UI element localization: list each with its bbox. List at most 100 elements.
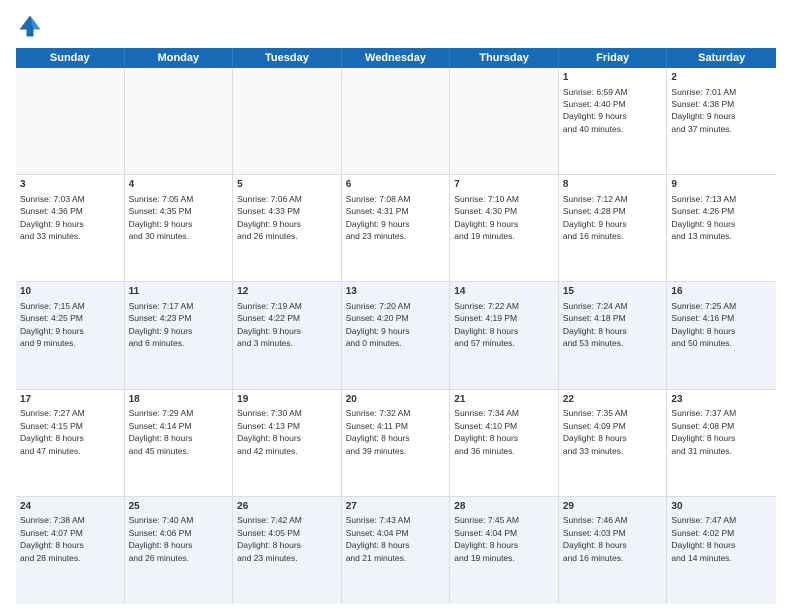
day-number: 18 [129, 393, 229, 407]
day-info: Sunrise: 7:27 AM Sunset: 4:15 PM Dayligh… [20, 408, 85, 455]
day-cell-3: 3 Sunrise: 7:03 AM Sunset: 4:36 PM Daylig… [16, 175, 125, 281]
day-info: Sunrise: 7:13 AM Sunset: 4:26 PM Dayligh… [671, 194, 736, 241]
page: SundayMondayTuesdayWednesdayThursdayFrid… [0, 0, 792, 612]
day-cell-19: 19Sunrise: 7:30 AM Sunset: 4:13 PM Dayli… [233, 390, 342, 496]
day-info: Sunrise: 7:43 AM Sunset: 4:04 PM Dayligh… [346, 515, 411, 562]
day-cell-6: 6 Sunrise: 7:08 AM Sunset: 4:31 PM Daylig… [342, 175, 451, 281]
day-info: Sunrise: 7:35 AM Sunset: 4:09 PM Dayligh… [563, 408, 628, 455]
calendar-row-4: 24Sunrise: 7:38 AM Sunset: 4:07 PM Dayli… [16, 497, 776, 604]
day-info: Sunrise: 7:34 AM Sunset: 4:10 PM Dayligh… [454, 408, 519, 455]
day-info: Sunrise: 7:40 AM Sunset: 4:06 PM Dayligh… [129, 515, 194, 562]
day-number: 25 [129, 500, 229, 514]
logo-icon [16, 12, 44, 40]
day-cell-12: 12 Sunrise: 7:19 AM Sunset: 4:22 PM Dayli… [233, 282, 342, 388]
day-info: Sunrise: 7:22 AM Sunset: 4:19 PM Dayligh… [454, 301, 519, 348]
day-cell-22: 22Sunrise: 7:35 AM Sunset: 4:09 PM Dayli… [559, 390, 668, 496]
day-cell-15: 15Sunrise: 7:24 AM Sunset: 4:18 PM Dayli… [559, 282, 668, 388]
day-info: Sunrise: 7:03 AM Sunset: 4:36 PM Dayligh… [20, 194, 85, 241]
day-number: 3 [20, 178, 120, 192]
day-number: 19 [237, 393, 337, 407]
calendar-body: 1Sunrise: 6:59 AM Sunset: 4:40 PM Daylig… [16, 68, 776, 604]
day-cell-18: 18Sunrise: 7:29 AM Sunset: 4:14 PM Dayli… [125, 390, 234, 496]
day-info: Sunrise: 7:01 AM Sunset: 4:38 PM Dayligh… [671, 87, 736, 134]
day-info: Sunrise: 7:42 AM Sunset: 4:05 PM Dayligh… [237, 515, 302, 562]
day-cell-10: 10 Sunrise: 7:15 AM Sunset: 4:25 PM Dayli… [16, 282, 125, 388]
day-header-thursday: Thursday [450, 48, 559, 68]
day-info: Sunrise: 7:15 AM Sunset: 4:25 PM Dayligh… [20, 301, 85, 348]
day-cell-5: 5Sunrise: 7:06 AM Sunset: 4:33 PM Daylig… [233, 175, 342, 281]
day-info: Sunrise: 7:29 AM Sunset: 4:14 PM Dayligh… [129, 408, 194, 455]
day-info: Sunrise: 7:19 AM Sunset: 4:22 PM Dayligh… [237, 301, 302, 348]
day-info: Sunrise: 7:45 AM Sunset: 4:04 PM Dayligh… [454, 515, 519, 562]
day-cell-8: 8 Sunrise: 7:12 AM Sunset: 4:28 PM Daylig… [559, 175, 668, 281]
day-number: 21 [454, 393, 554, 407]
day-cell-1: 1Sunrise: 6:59 AM Sunset: 4:40 PM Daylig… [559, 68, 668, 174]
day-header-saturday: Saturday [667, 48, 776, 68]
day-number: 14 [454, 285, 554, 299]
day-info: Sunrise: 7:37 AM Sunset: 4:08 PM Dayligh… [671, 408, 736, 455]
day-number: 10 [20, 285, 120, 299]
day-cell-28: 28Sunrise: 7:45 AM Sunset: 4:04 PM Dayli… [450, 497, 559, 604]
day-number: 24 [20, 500, 120, 514]
day-number: 4 [129, 178, 229, 192]
day-cell-14: 14 Sunrise: 7:22 AM Sunset: 4:19 PM Dayli… [450, 282, 559, 388]
day-cell-16: 16 Sunrise: 7:25 AM Sunset: 4:16 PM Dayli… [667, 282, 776, 388]
day-number: 22 [563, 393, 663, 407]
day-header-sunday: Sunday [16, 48, 125, 68]
empty-cell [125, 68, 234, 174]
day-info: Sunrise: 7:12 AM Sunset: 4:28 PM Dayligh… [563, 194, 628, 241]
day-cell-26: 26Sunrise: 7:42 AM Sunset: 4:05 PM Dayli… [233, 497, 342, 604]
day-header-tuesday: Tuesday [233, 48, 342, 68]
day-number: 8 [563, 178, 663, 192]
day-cell-20: 20Sunrise: 7:32 AM Sunset: 4:11 PM Dayli… [342, 390, 451, 496]
day-number: 20 [346, 393, 446, 407]
day-cell-17: 17Sunrise: 7:27 AM Sunset: 4:15 PM Dayli… [16, 390, 125, 496]
day-number: 26 [237, 500, 337, 514]
day-number: 27 [346, 500, 446, 514]
day-info: Sunrise: 7:46 AM Sunset: 4:03 PM Dayligh… [563, 515, 628, 562]
day-header-monday: Monday [125, 48, 234, 68]
day-number: 11 [129, 285, 229, 299]
day-number: 12 [237, 285, 337, 299]
calendar: SundayMondayTuesdayWednesdayThursdayFrid… [16, 48, 776, 604]
calendar-row-1: 3 Sunrise: 7:03 AM Sunset: 4:36 PM Daylig… [16, 175, 776, 282]
day-header-wednesday: Wednesday [342, 48, 451, 68]
day-info: Sunrise: 7:38 AM Sunset: 4:07 PM Dayligh… [20, 515, 85, 562]
day-cell-7: 7Sunrise: 7:10 AM Sunset: 4:30 PM Daylig… [450, 175, 559, 281]
empty-cell [450, 68, 559, 174]
day-cell-13: 13Sunrise: 7:20 AM Sunset: 4:20 PM Dayli… [342, 282, 451, 388]
day-cell-29: 29Sunrise: 7:46 AM Sunset: 4:03 PM Dayli… [559, 497, 668, 604]
day-info: Sunrise: 7:30 AM Sunset: 4:13 PM Dayligh… [237, 408, 302, 455]
calendar-header: SundayMondayTuesdayWednesdayThursdayFrid… [16, 48, 776, 68]
day-info: Sunrise: 6:59 AM Sunset: 4:40 PM Dayligh… [563, 87, 628, 134]
day-info: Sunrise: 7:25 AM Sunset: 4:16 PM Dayligh… [671, 301, 736, 348]
day-number: 16 [671, 285, 772, 299]
day-number: 28 [454, 500, 554, 514]
day-cell-23: 23Sunrise: 7:37 AM Sunset: 4:08 PM Dayli… [667, 390, 776, 496]
header [16, 12, 776, 40]
day-number: 7 [454, 178, 554, 192]
day-cell-9: 9 Sunrise: 7:13 AM Sunset: 4:26 PM Daylig… [667, 175, 776, 281]
day-info: Sunrise: 7:06 AM Sunset: 4:33 PM Dayligh… [237, 194, 302, 241]
day-info: Sunrise: 7:20 AM Sunset: 4:20 PM Dayligh… [346, 301, 411, 348]
calendar-row-0: 1Sunrise: 6:59 AM Sunset: 4:40 PM Daylig… [16, 68, 776, 175]
day-header-friday: Friday [559, 48, 668, 68]
day-cell-11: 11 Sunrise: 7:17 AM Sunset: 4:23 PM Dayli… [125, 282, 234, 388]
day-cell-4: 4 Sunrise: 7:05 AM Sunset: 4:35 PM Daylig… [125, 175, 234, 281]
day-info: Sunrise: 7:17 AM Sunset: 4:23 PM Dayligh… [129, 301, 194, 348]
day-number: 6 [346, 178, 446, 192]
day-info: Sunrise: 7:08 AM Sunset: 4:31 PM Dayligh… [346, 194, 411, 241]
day-number: 9 [671, 178, 772, 192]
empty-cell [342, 68, 451, 174]
day-info: Sunrise: 7:47 AM Sunset: 4:02 PM Dayligh… [671, 515, 736, 562]
empty-cell [16, 68, 125, 174]
day-number: 15 [563, 285, 663, 299]
day-cell-2: 2Sunrise: 7:01 AM Sunset: 4:38 PM Daylig… [667, 68, 776, 174]
logo [16, 12, 48, 40]
calendar-row-2: 10 Sunrise: 7:15 AM Sunset: 4:25 PM Dayli… [16, 282, 776, 389]
day-cell-21: 21Sunrise: 7:34 AM Sunset: 4:10 PM Dayli… [450, 390, 559, 496]
day-number: 23 [671, 393, 772, 407]
day-number: 30 [671, 500, 772, 514]
empty-cell [233, 68, 342, 174]
day-info: Sunrise: 7:05 AM Sunset: 4:35 PM Dayligh… [129, 194, 194, 241]
